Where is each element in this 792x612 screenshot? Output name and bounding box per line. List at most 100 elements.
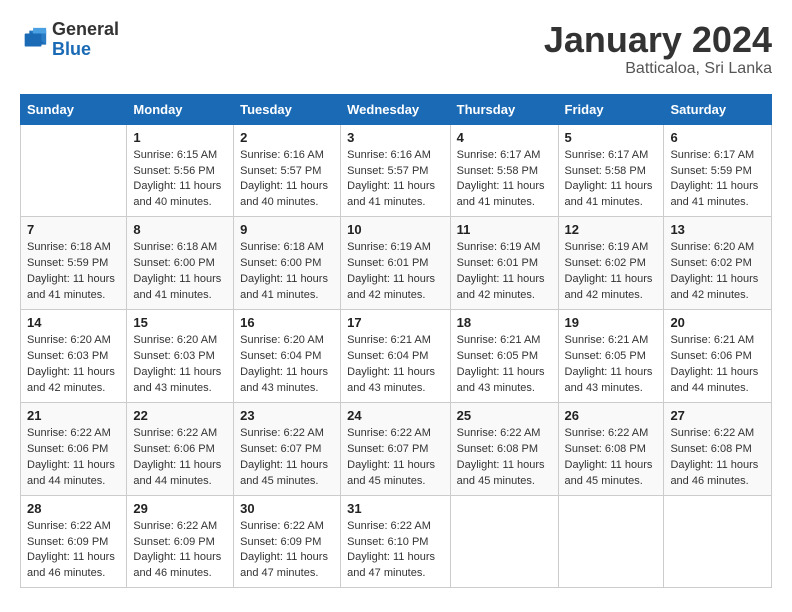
day-number: 12 — [565, 222, 658, 237]
calendar-cell: 12 Sunrise: 6:19 AMSunset: 6:02 PMDayligh… — [558, 217, 664, 310]
weekday-header-wednesday: Wednesday — [341, 94, 451, 124]
day-info: Sunrise: 6:16 AMSunset: 5:57 PMDaylight:… — [347, 148, 444, 212]
calendar-cell: 28 Sunrise: 6:22 AMSunset: 6:09 PMDayligh… — [21, 495, 127, 588]
day-info: Sunrise: 6:20 AMSunset: 6:03 PMDaylight:… — [27, 333, 120, 397]
calendar-cell: 2 Sunrise: 6:16 AMSunset: 5:57 PMDaylight… — [234, 124, 341, 217]
calendar-table: SundayMondayTuesdayWednesdayThursdayFrid… — [20, 94, 772, 589]
location-subtitle: Batticaloa, Sri Lanka — [544, 60, 772, 78]
day-number: 24 — [347, 408, 444, 423]
day-number: 4 — [457, 130, 552, 145]
calendar-cell: 22Sunrise: 6:22 AMSunset: 6:06 PMDayligh… — [127, 402, 234, 495]
day-number: 5 — [565, 130, 658, 145]
day-info: Sunrise: 6:19 AMSunset: 6:02 PMDaylight:… — [565, 240, 658, 304]
calendar-cell: 17 Sunrise: 6:21 AMSunset: 6:04 PMDayligh… — [341, 310, 451, 403]
day-info: Sunrise: 6:15 AMSunset: 5:56 PMDaylight:… — [133, 148, 227, 212]
day-number: 1 — [133, 130, 227, 145]
day-info: Sunrise: 6:22 AMSunset: 6:10 PMDaylight:… — [347, 519, 444, 583]
weekday-header-saturday: Saturday — [664, 94, 772, 124]
day-number: 3 — [347, 130, 444, 145]
day-info: Sunrise: 6:18 AMSunset: 6:00 PMDaylight:… — [240, 240, 334, 304]
day-info: Sunrise: 6:17 AMSunset: 5:58 PMDaylight:… — [565, 148, 658, 212]
day-number: 17 — [347, 315, 444, 330]
day-number: 31 — [347, 501, 444, 516]
logo-blue: Blue — [52, 40, 119, 60]
calendar-week-2: 7Sunrise: 6:18 AMSunset: 5:59 PMDaylight… — [21, 217, 772, 310]
day-number: 13 — [670, 222, 765, 237]
day-info: Sunrise: 6:18 AMSunset: 6:00 PMDaylight:… — [133, 240, 227, 304]
calendar-cell: 27Sunrise: 6:22 AMSunset: 6:08 PMDayligh… — [664, 402, 772, 495]
day-number: 11 — [457, 222, 552, 237]
day-info: Sunrise: 6:21 AMSunset: 6:04 PMDaylight:… — [347, 333, 444, 397]
calendar-cell: 9 Sunrise: 6:18 AMSunset: 6:00 PMDaylight… — [234, 217, 341, 310]
day-number: 16 — [240, 315, 334, 330]
calendar-cell: 24 Sunrise: 6:22 AMSunset: 6:07 PMDayligh… — [341, 402, 451, 495]
page-header: General Blue January 2024 Batticaloa, Sr… — [20, 20, 772, 78]
weekday-header-monday: Monday — [127, 94, 234, 124]
calendar-cell — [21, 124, 127, 217]
calendar-cell: 21Sunrise: 6:22 AMSunset: 6:06 PMDayligh… — [21, 402, 127, 495]
day-info: Sunrise: 6:20 AMSunset: 6:04 PMDaylight:… — [240, 333, 334, 397]
calendar-week-4: 21Sunrise: 6:22 AMSunset: 6:06 PMDayligh… — [21, 402, 772, 495]
weekday-header-tuesday: Tuesday — [234, 94, 341, 124]
day-info: Sunrise: 6:22 AMSunset: 6:09 PMDaylight:… — [27, 519, 120, 583]
calendar-week-3: 14 Sunrise: 6:20 AMSunset: 6:03 PMDayligh… — [21, 310, 772, 403]
calendar-cell: 20 Sunrise: 6:21 AMSunset: 6:06 PMDayligh… — [664, 310, 772, 403]
calendar-cell: 25 Sunrise: 6:22 AMSunset: 6:08 PMDayligh… — [450, 402, 558, 495]
day-number: 6 — [670, 130, 765, 145]
day-info: Sunrise: 6:21 AMSunset: 6:06 PMDaylight:… — [670, 333, 765, 397]
calendar-cell: 16 Sunrise: 6:20 AMSunset: 6:04 PMDayligh… — [234, 310, 341, 403]
day-number: 22 — [133, 408, 227, 423]
day-info: Sunrise: 6:20 AMSunset: 6:03 PMDaylight:… — [133, 333, 227, 397]
day-info: Sunrise: 6:22 AMSunset: 6:08 PMDaylight:… — [565, 426, 658, 490]
weekday-header-friday: Friday — [558, 94, 664, 124]
logo-text: General Blue — [52, 20, 119, 60]
calendar-cell: 30 Sunrise: 6:22 AMSunset: 6:09 PMDayligh… — [234, 495, 341, 588]
month-title: January 2024 — [544, 20, 772, 60]
day-info: Sunrise: 6:21 AMSunset: 6:05 PMDaylight:… — [457, 333, 552, 397]
day-number: 18 — [457, 315, 552, 330]
day-info: Sunrise: 6:18 AMSunset: 5:59 PMDaylight:… — [27, 240, 120, 304]
day-info: Sunrise: 6:22 AMSunset: 6:07 PMDaylight:… — [347, 426, 444, 490]
calendar-cell — [664, 495, 772, 588]
day-info: Sunrise: 6:17 AMSunset: 5:59 PMDaylight:… — [670, 148, 765, 212]
calendar-cell — [450, 495, 558, 588]
calendar-cell: 18 Sunrise: 6:21 AMSunset: 6:05 PMDayligh… — [450, 310, 558, 403]
day-info: Sunrise: 6:17 AMSunset: 5:58 PMDaylight:… — [457, 148, 552, 212]
calendar-cell: 14 Sunrise: 6:20 AMSunset: 6:03 PMDayligh… — [21, 310, 127, 403]
day-info: Sunrise: 6:20 AMSunset: 6:02 PMDaylight:… — [670, 240, 765, 304]
day-info: Sunrise: 6:22 AMSunset: 6:07 PMDaylight:… — [240, 426, 334, 490]
calendar-cell: 1 Sunrise: 6:15 AMSunset: 5:56 PMDaylight… — [127, 124, 234, 217]
calendar-cell: 26 Sunrise: 6:22 AMSunset: 6:08 PMDayligh… — [558, 402, 664, 495]
day-info: Sunrise: 6:22 AMSunset: 6:09 PMDaylight:… — [240, 519, 334, 583]
day-number: 30 — [240, 501, 334, 516]
day-number: 26 — [565, 408, 658, 423]
day-number: 23 — [240, 408, 334, 423]
calendar-cell: 7Sunrise: 6:18 AMSunset: 5:59 PMDaylight… — [21, 217, 127, 310]
calendar-cell: 4 Sunrise: 6:17 AMSunset: 5:58 PMDaylight… — [450, 124, 558, 217]
day-number: 20 — [670, 315, 765, 330]
day-info: Sunrise: 6:22 AMSunset: 6:08 PMDaylight:… — [670, 426, 765, 490]
day-number: 9 — [240, 222, 334, 237]
calendar-cell: 11 Sunrise: 6:19 AMSunset: 6:01 PMDayligh… — [450, 217, 558, 310]
day-number: 15 — [133, 315, 227, 330]
day-number: 10 — [347, 222, 444, 237]
day-number: 25 — [457, 408, 552, 423]
day-info: Sunrise: 6:16 AMSunset: 5:57 PMDaylight:… — [240, 148, 334, 212]
day-info: Sunrise: 6:22 AMSunset: 6:08 PMDaylight:… — [457, 426, 552, 490]
weekday-header-sunday: Sunday — [21, 94, 127, 124]
calendar-cell: 23 Sunrise: 6:22 AMSunset: 6:07 PMDayligh… — [234, 402, 341, 495]
calendar-cell: 29 Sunrise: 6:22 AMSunset: 6:09 PMDayligh… — [127, 495, 234, 588]
day-number: 2 — [240, 130, 334, 145]
calendar-cell: 3 Sunrise: 6:16 AMSunset: 5:57 PMDaylight… — [341, 124, 451, 217]
calendar-cell: 6 Sunrise: 6:17 AMSunset: 5:59 PMDaylight… — [664, 124, 772, 217]
logo: General Blue — [20, 20, 119, 60]
day-info: Sunrise: 6:22 AMSunset: 6:06 PMDaylight:… — [27, 426, 120, 490]
day-info: Sunrise: 6:19 AMSunset: 6:01 PMDaylight:… — [457, 240, 552, 304]
calendar-cell: 13 Sunrise: 6:20 AMSunset: 6:02 PMDayligh… — [664, 217, 772, 310]
day-number: 29 — [133, 501, 227, 516]
day-number: 28 — [27, 501, 120, 516]
day-number: 14 — [27, 315, 120, 330]
logo-icon — [20, 26, 48, 54]
day-info: Sunrise: 6:21 AMSunset: 6:05 PMDaylight:… — [565, 333, 658, 397]
day-info: Sunrise: 6:22 AMSunset: 6:09 PMDaylight:… — [133, 519, 227, 583]
